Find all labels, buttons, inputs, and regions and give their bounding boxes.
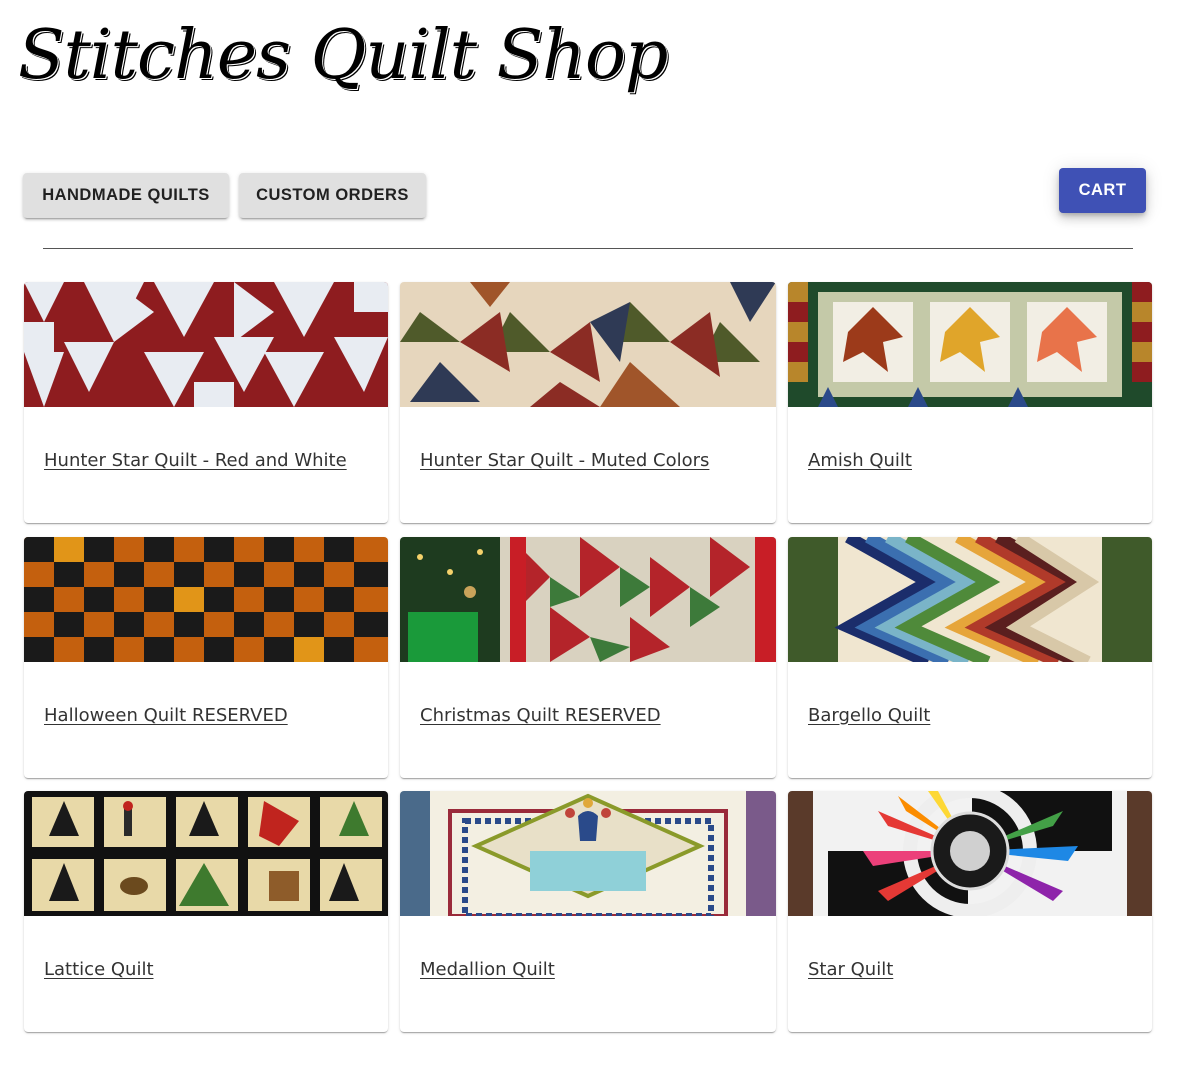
product-image-hunter-star-red[interactable] <box>24 282 388 407</box>
product-link[interactable]: Medallion Quilt <box>420 959 555 980</box>
product-card-bargello: Bargello Quilt <box>788 537 1152 778</box>
product-card-star: Star Quilt <box>788 791 1152 1032</box>
product-link[interactable]: Halloween Quilt RESERVED <box>44 705 288 726</box>
product-image-star[interactable] <box>788 791 1152 916</box>
product-image-bargello[interactable] <box>788 537 1152 662</box>
handmade-quilts-button[interactable]: HANDMADE QUILTS <box>23 173 229 218</box>
custom-orders-button[interactable]: CUSTOM ORDERS <box>239 173 426 218</box>
product-link[interactable]: Bargello Quilt <box>808 705 930 726</box>
product-card-hunter-star-red: Hunter Star Quilt - Red and White <box>24 282 388 523</box>
product-image-hunter-star-muted[interactable] <box>400 282 776 407</box>
product-card-amish: Amish Quilt <box>788 282 1152 523</box>
shop-logo[interactable]: Stitches Quilt Shop <box>18 8 668 103</box>
product-link[interactable]: Amish Quilt <box>808 450 912 471</box>
product-link[interactable]: Christmas Quilt RESERVED <box>420 705 661 726</box>
cart-button[interactable]: CART <box>1059 168 1146 213</box>
product-image-lattice[interactable] <box>24 791 388 916</box>
product-card-halloween: Halloween Quilt RESERVED <box>24 537 388 778</box>
product-link[interactable]: Hunter Star Quilt - Red and White <box>44 450 347 471</box>
product-image-medallion[interactable] <box>400 791 776 916</box>
product-card-christmas: Christmas Quilt RESERVED <box>400 537 776 778</box>
product-image-amish[interactable] <box>788 282 1152 407</box>
product-link[interactable]: Star Quilt <box>808 959 893 980</box>
product-link[interactable]: Hunter Star Quilt - Muted Colors <box>420 450 709 471</box>
product-link[interactable]: Lattice Quilt <box>44 959 154 980</box>
product-image-christmas[interactable] <box>400 537 776 662</box>
product-card-medallion: Medallion Quilt <box>400 791 776 1032</box>
product-card-hunter-star-muted: Hunter Star Quilt - Muted Colors <box>400 282 776 523</box>
product-card-lattice: Lattice Quilt <box>24 791 388 1032</box>
header-divider <box>43 248 1133 249</box>
product-image-halloween[interactable] <box>24 537 388 662</box>
